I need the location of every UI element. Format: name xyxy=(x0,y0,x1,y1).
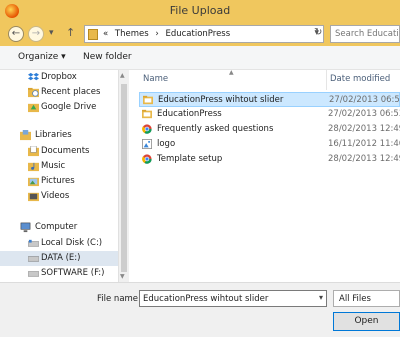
videos-icon xyxy=(28,192,39,202)
image-icon xyxy=(142,139,152,149)
forward-button[interactable]: → xyxy=(28,26,44,42)
music-icon xyxy=(28,162,39,172)
sidebar-item-google-drive[interactable]: Google Drive xyxy=(0,100,118,115)
sidebar-item-documents[interactable]: Documents xyxy=(0,144,118,159)
scroll-up-icon[interactable]: ▲ xyxy=(120,72,125,79)
file-date: 16/11/2012 11:46 xyxy=(328,139,400,149)
column-header-date[interactable]: Date modified xyxy=(330,74,390,84)
breadcrumb-overflow[interactable]: « xyxy=(103,29,108,39)
search-input[interactable] xyxy=(331,26,399,42)
navigation-bar: ← → ▾ ↑ « Themes › EducationPress ▾ ↻ xyxy=(0,22,400,46)
sidebar-item-videos[interactable]: Videos xyxy=(0,189,118,204)
file-row[interactable]: Frequently asked questions 28/02/2013 12… xyxy=(139,122,400,137)
sidebar-item-label: Computer xyxy=(35,222,78,232)
filename-label: File name: xyxy=(97,294,141,304)
sidebar-item-music[interactable]: Music xyxy=(0,159,118,174)
file-date: 27/02/2013 06:53 xyxy=(328,109,400,119)
refresh-icon[interactable]: ↻ xyxy=(314,27,322,38)
folder-icon xyxy=(143,95,153,105)
file-name: logo xyxy=(157,139,176,149)
file-row[interactable]: Template setup 28/02/2013 12:49 xyxy=(139,152,400,167)
window-title: File Upload xyxy=(169,4,231,17)
file-row[interactable]: logo 16/11/2012 11:46 xyxy=(139,137,400,152)
column-divider[interactable] xyxy=(326,70,327,90)
breadcrumb-separator[interactable]: › xyxy=(155,29,158,39)
file-name: EducationPress wihtout slider xyxy=(158,95,284,105)
sidebar-scrollbar[interactable]: ▲ ▼ xyxy=(118,70,129,282)
scroll-down-icon[interactable]: ▼ xyxy=(120,273,125,280)
new-folder-button[interactable]: New folder xyxy=(83,52,132,62)
drive-icon xyxy=(28,256,39,262)
filename-combobox[interactable]: ▾ xyxy=(139,290,327,307)
file-row[interactable]: EducationPress wihtout slider 27/02/2013… xyxy=(139,92,400,107)
dropbox-icon xyxy=(28,72,39,81)
google-drive-icon xyxy=(28,103,39,113)
recent-locations-icon[interactable]: ▾ xyxy=(49,28,54,38)
scrollbar-thumb[interactable] xyxy=(121,84,127,272)
file-name: EducationPress xyxy=(157,109,222,119)
file-type-select[interactable]: All Files xyxy=(333,290,400,307)
libraries-icon xyxy=(20,130,31,141)
sidebar-item-data-e[interactable]: DATA (E:) xyxy=(0,251,118,266)
sidebar-item-software-f[interactable]: SOFTWARE (F:) xyxy=(0,266,118,281)
breadcrumb-themes[interactable]: Themes xyxy=(115,29,149,39)
sidebar-item-label: DATA (E:) xyxy=(41,253,81,263)
breadcrumb-educationpress[interactable]: EducationPress xyxy=(165,29,230,39)
sidebar-item-recent-places[interactable]: Recent places xyxy=(0,85,118,100)
sort-arrow-icon: ▲ xyxy=(229,70,234,76)
navigation-pane: Dropbox Recent places Google Drive Libra… xyxy=(0,70,118,282)
sidebar-item-label: Libraries xyxy=(35,130,72,140)
folder-icon xyxy=(142,109,152,119)
sidebar-item-label: Recent places xyxy=(41,87,101,97)
chevron-down-icon[interactable]: ▾ xyxy=(319,293,323,302)
sidebar-item-local-disk-c[interactable]: Local Disk (C:) xyxy=(0,236,118,251)
folder-icon xyxy=(88,29,98,40)
file-list: Name ▲ Date modified EducationPress wiht… xyxy=(129,70,400,282)
sidebar-item-computer[interactable]: Computer xyxy=(0,220,118,235)
sidebar-item-label: Documents xyxy=(41,146,90,156)
file-date: 28/02/2013 12:49 xyxy=(328,154,400,164)
recent-places-icon xyxy=(28,87,39,98)
computer-icon xyxy=(20,222,31,233)
sidebar-item-label: Dropbox xyxy=(41,72,77,82)
organize-button[interactable]: Organize ▾ xyxy=(18,52,66,62)
file-date: 28/02/2013 12:49 xyxy=(328,124,400,134)
documents-icon xyxy=(28,146,39,157)
sidebar-item-label: Local Disk (C:) xyxy=(41,238,103,248)
back-button[interactable]: ← xyxy=(8,26,24,42)
sidebar-item-label: Videos xyxy=(41,191,70,201)
command-toolbar: Organize ▾ New folder xyxy=(0,46,400,70)
column-header-name[interactable]: Name xyxy=(143,74,168,84)
address-bar[interactable]: « Themes › EducationPress ▾ xyxy=(84,25,324,43)
sidebar-item-label: SOFTWARE (F:) xyxy=(41,268,105,278)
file-type-value: All Files xyxy=(339,294,371,304)
chrome-doc-icon xyxy=(142,154,152,164)
file-name: Template setup xyxy=(157,154,223,164)
filename-input[interactable] xyxy=(140,291,310,306)
pictures-icon xyxy=(28,177,39,187)
drive-icon xyxy=(28,271,39,277)
sidebar-item-label: Google Drive xyxy=(41,102,97,112)
drive-icon xyxy=(28,239,39,247)
dialog-footer: File name: ▾ All Files Open xyxy=(0,282,400,337)
search-box[interactable] xyxy=(330,25,400,43)
sidebar-item-label: Pictures xyxy=(41,176,75,186)
chrome-doc-icon xyxy=(142,124,152,134)
file-date: 27/02/2013 06:54 xyxy=(329,95,400,105)
file-row[interactable]: EducationPress 27/02/2013 06:53 xyxy=(139,107,400,122)
sidebar-item-libraries[interactable]: Libraries xyxy=(0,128,118,143)
file-name: Frequently asked questions xyxy=(157,124,274,134)
up-button[interactable]: ↑ xyxy=(66,26,75,39)
open-button[interactable]: Open xyxy=(333,312,400,331)
title-bar: File Upload xyxy=(0,0,400,22)
sidebar-item-dropbox[interactable]: Dropbox xyxy=(0,70,118,85)
sidebar-item-label: Music xyxy=(41,161,66,171)
sidebar-item-pictures[interactable]: Pictures xyxy=(0,174,118,189)
